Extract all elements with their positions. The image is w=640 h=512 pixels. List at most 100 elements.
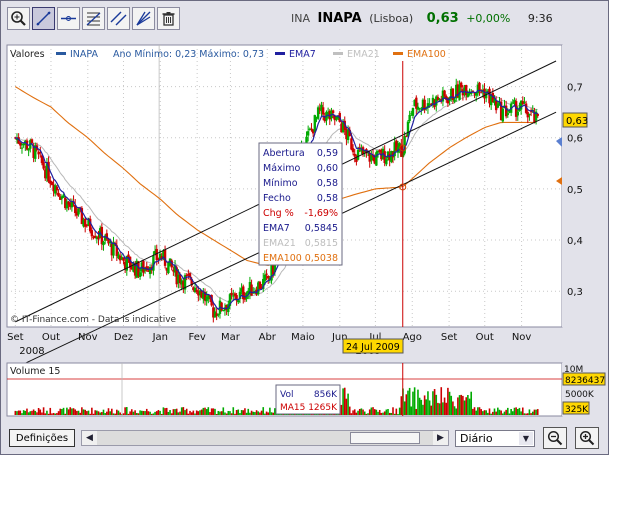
volume-bar [242, 410, 245, 415]
volume-tooltip: Vol 856K MA15 1265K [275, 384, 341, 415]
volume-bar [457, 397, 459, 415]
candle-body [20, 147, 24, 149]
volume-bar [357, 410, 359, 415]
volume-bar [144, 411, 146, 415]
volume-bar [362, 409, 364, 415]
candle-body [50, 181, 54, 185]
volume-bar [382, 412, 384, 415]
volume-bar [377, 411, 379, 415]
definitions-button[interactable]: Definições [9, 429, 75, 447]
volume-bar [96, 410, 98, 415]
volume-bar [154, 411, 156, 415]
volume-bar [42, 407, 45, 415]
volume-bar [225, 413, 228, 415]
candle-body [350, 138, 353, 150]
volume-bar [152, 413, 155, 415]
volume-bar [125, 407, 128, 415]
volume-bar [240, 410, 243, 415]
candle-body [478, 82, 481, 91]
volume-bar [462, 395, 464, 415]
candle-body [19, 142, 22, 146]
x-tick-label: Fev [189, 332, 206, 343]
y-tick-label: 0,5 [567, 185, 583, 196]
volume-bar [14, 410, 17, 415]
price-chart[interactable]: 0,3 0,4 0,5 0,6 0,7 Set Out Nov Dez Jan Fev Mar Abr… [1, 1, 608, 421]
tooltip-value: -1,69% [304, 208, 338, 219]
volume-bar [230, 413, 233, 415]
volume-bar [132, 411, 135, 415]
volume-bar [458, 395, 461, 415]
zoom-in-button[interactable] [575, 427, 599, 449]
legend-swatch-inapa [56, 52, 66, 55]
candle-body [453, 99, 456, 102]
volume-bar [204, 407, 206, 415]
volume-bar [112, 413, 115, 415]
volume-bar [372, 407, 374, 415]
volume-bar [370, 407, 373, 415]
candle-body [506, 113, 510, 115]
volume-bar [102, 409, 105, 415]
volume-bar [423, 395, 426, 415]
volume-bar [82, 409, 85, 415]
volume-bar [46, 410, 48, 415]
volume-bar [417, 389, 419, 415]
candle-body [263, 274, 267, 281]
volume-bar [531, 411, 534, 415]
zoom-out-button[interactable] [543, 427, 567, 449]
volume-bar [455, 408, 458, 415]
volume-bar [269, 407, 271, 415]
legend-swatch-ema21 [333, 52, 343, 55]
volume-bar [66, 407, 68, 415]
volume-bar [72, 408, 75, 415]
candle-body [516, 111, 519, 116]
volume-bar [536, 409, 539, 415]
y-tick-label: 0,3 [567, 287, 583, 298]
volume-bar [425, 399, 428, 415]
tooltip-value: 0,58 [317, 178, 338, 189]
volume-bar [207, 407, 210, 415]
legend-label: Valores [10, 49, 45, 60]
volume-bar [197, 411, 200, 415]
volume-bar [199, 410, 201, 415]
candle-body [466, 93, 470, 97]
volume-bar [490, 413, 492, 415]
volume-bar [247, 408, 250, 415]
volume-bar [250, 410, 253, 415]
volume-bar [422, 404, 424, 415]
volume-bar [67, 409, 70, 415]
scroll-left-icon[interactable]: ◀ [82, 431, 97, 445]
volume-bar [363, 411, 366, 415]
volume-bar [130, 409, 133, 415]
tooltip-label: EMA21 [263, 238, 296, 249]
volume-axis-mid: 5000K [565, 390, 595, 400]
volume-bar [521, 407, 524, 415]
volume-bar [412, 391, 414, 415]
vol-tooltip-label: Vol [280, 390, 293, 400]
volume-bar [217, 410, 220, 415]
volume-bar [57, 411, 60, 415]
last-price-tag: 0,63 [562, 112, 588, 128]
scroll-right-icon[interactable]: ▶ [433, 431, 448, 445]
scroll-thumb[interactable] [350, 432, 420, 444]
volume-bar [150, 413, 153, 415]
volume-bar [64, 413, 67, 415]
time-scrollbar[interactable]: ◀ ▶ [81, 430, 449, 446]
candle-body [306, 131, 310, 136]
candle-body [237, 300, 240, 303]
volume-bar [34, 410, 37, 415]
volume-bar [350, 413, 353, 415]
volume-bar [134, 410, 136, 415]
volume-bar [59, 408, 62, 415]
candle-body [102, 241, 105, 246]
volume-bar [37, 407, 40, 415]
volume-bar [367, 413, 369, 415]
volume-bar [353, 409, 356, 415]
volume-bar [410, 406, 413, 415]
volume-bar [413, 387, 416, 415]
volume-bar [104, 413, 106, 415]
volume-bar [49, 407, 52, 415]
volume-bar [180, 407, 183, 415]
period-select[interactable]: Diário ▼ [455, 430, 535, 447]
volume-bar [435, 394, 438, 415]
volume-bar [119, 412, 121, 415]
